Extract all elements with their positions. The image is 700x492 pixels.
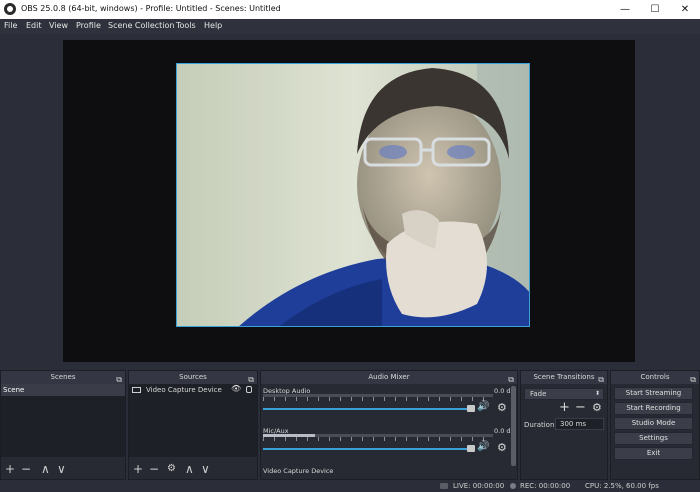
channel-name: Video Capture Device	[263, 467, 334, 475]
duration-label: Duration	[524, 421, 555, 429]
start-streaming-button[interactable]: Start Streaming	[614, 387, 693, 400]
exit-button[interactable]: Exit	[614, 447, 693, 460]
controls-title: Controls	[640, 373, 670, 381]
scene-transitions-dock: Scene Transitions ⧉ Fade ⬍ + − ⚙ Duration…	[520, 370, 608, 480]
rec-time: REC: 00:00:00	[520, 482, 571, 490]
scenes-list[interactable]: Scene	[1, 384, 125, 457]
speaker-icon[interactable]: 🔊	[477, 401, 489, 412]
source-name: Video Capture Device	[146, 386, 222, 394]
webcam-image	[177, 64, 529, 326]
mixer-channel-desktop-audio: Desktop Audio 0.0 dB 🔊 ⚙	[263, 386, 515, 426]
mixer-scrollbar[interactable]	[511, 386, 516, 466]
duration-value: 300 ms	[560, 420, 587, 428]
video-capture-preview[interactable]	[176, 63, 530, 327]
menu-bar: File Edit View Profile Scene Collection …	[0, 19, 700, 34]
add-transition-icon[interactable]: +	[559, 400, 570, 415]
window-title: OBS 25.0.8 (64-bit, windows) - Profile: …	[21, 4, 281, 13]
menu-help[interactable]: Help	[204, 21, 222, 30]
volume-slider-handle[interactable]	[467, 405, 475, 412]
visibility-eye-icon[interactable]: 👁	[231, 383, 241, 395]
meter-ticks	[263, 437, 493, 441]
remove-transition-icon[interactable]: −	[575, 400, 586, 415]
live-time: LIVE: 00:00:00	[453, 482, 505, 490]
remove-scene-icon[interactable]: −	[21, 462, 31, 476]
menu-edit[interactable]: Edit	[26, 21, 42, 30]
list-item[interactable]: Scene	[1, 384, 125, 396]
mixer-channel-video-capture-device: Video Capture Device	[263, 466, 515, 479]
audio-mixer-dock: Audio Mixer ⧉ Desktop Audio 0.0 dB 🔊 ⚙ Mi…	[260, 370, 518, 480]
obs-logo-icon	[4, 3, 16, 15]
title-bar: OBS 25.0.8 (64-bit, windows) - Profile: …	[0, 0, 700, 19]
menu-tools[interactable]: Tools	[176, 21, 196, 30]
sources-dock: Sources ⧉ Video Capture Device 👁 + − ⚙ ∧ …	[128, 370, 258, 480]
menu-file[interactable]: File	[4, 21, 17, 30]
volume-slider-handle[interactable]	[467, 445, 475, 452]
source-up-icon[interactable]: ∧	[185, 462, 194, 476]
lock-icon[interactable]	[246, 386, 252, 393]
meter-ticks	[263, 397, 493, 401]
record-dot-icon	[510, 483, 516, 489]
chevron-updown-icon: ⬍	[594, 390, 600, 397]
channel-gear-icon[interactable]: ⚙	[497, 401, 507, 414]
controls-dock: Controls ⧉ Start Streaming Start Recordin…	[610, 370, 700, 480]
maximize-button[interactable]: ☐	[640, 0, 670, 19]
transition-gear-icon[interactable]: ⚙	[592, 401, 602, 414]
scene-down-icon[interactable]: ∨	[57, 462, 66, 476]
audio-mixer-title: Audio Mixer	[368, 373, 410, 381]
status-bar: LIVE: 00:00:00 REC: 00:00:00 CPU: 2.5%, …	[0, 480, 700, 492]
transition-select[interactable]: Fade ⬍	[524, 388, 604, 400]
network-icon	[440, 483, 448, 489]
source-down-icon[interactable]: ∨	[201, 462, 210, 476]
duration-input[interactable]: 300 ms	[555, 418, 604, 430]
sources-list[interactable]: Video Capture Device 👁	[129, 384, 257, 457]
start-recording-button[interactable]: Start Recording	[614, 402, 693, 415]
volume-slider[interactable]	[263, 448, 468, 450]
remove-source-icon[interactable]: −	[149, 462, 159, 476]
channel-gear-icon[interactable]: ⚙	[497, 441, 507, 454]
cpu-fps: CPU: 2.5%, 60.00 fps	[585, 482, 659, 490]
studio-mode-button[interactable]: Studio Mode	[614, 417, 693, 430]
undock-icon[interactable]: ⧉	[598, 373, 604, 386]
menu-view[interactable]: View	[49, 21, 68, 30]
add-scene-icon[interactable]: +	[5, 462, 15, 476]
undock-icon[interactable]: ⧉	[690, 373, 696, 386]
close-button[interactable]: ✕	[670, 0, 700, 19]
menu-scene-collection[interactable]: Scene Collection	[108, 21, 175, 30]
mixer-channel-mic-aux: Mic/Aux 0.0 dB 🔊 ⚙	[263, 426, 515, 466]
scene-transitions-title: Scene Transitions	[533, 373, 595, 381]
transition-selected: Fade	[530, 390, 547, 398]
add-source-icon[interactable]: +	[133, 462, 143, 476]
scenes-dock: Scenes ⧉ Scene + − ∧ ∨	[0, 370, 126, 480]
volume-slider[interactable]	[263, 408, 468, 410]
source-properties-gear-icon[interactable]: ⚙	[167, 462, 176, 476]
menu-profile[interactable]: Profile	[76, 21, 101, 30]
sources-title: Sources	[179, 373, 207, 381]
minimize-button[interactable]: —	[610, 0, 640, 19]
list-item[interactable]: Video Capture Device 👁	[129, 384, 257, 396]
video-capture-icon	[132, 387, 141, 393]
settings-button[interactable]: Settings	[614, 432, 693, 445]
speaker-icon[interactable]: 🔊	[477, 441, 489, 452]
scene-up-icon[interactable]: ∧	[41, 462, 50, 476]
mixer-channels: Desktop Audio 0.0 dB 🔊 ⚙ Mic/Aux 0.0 dB …	[261, 384, 517, 479]
scenes-title: Scenes	[50, 373, 76, 381]
